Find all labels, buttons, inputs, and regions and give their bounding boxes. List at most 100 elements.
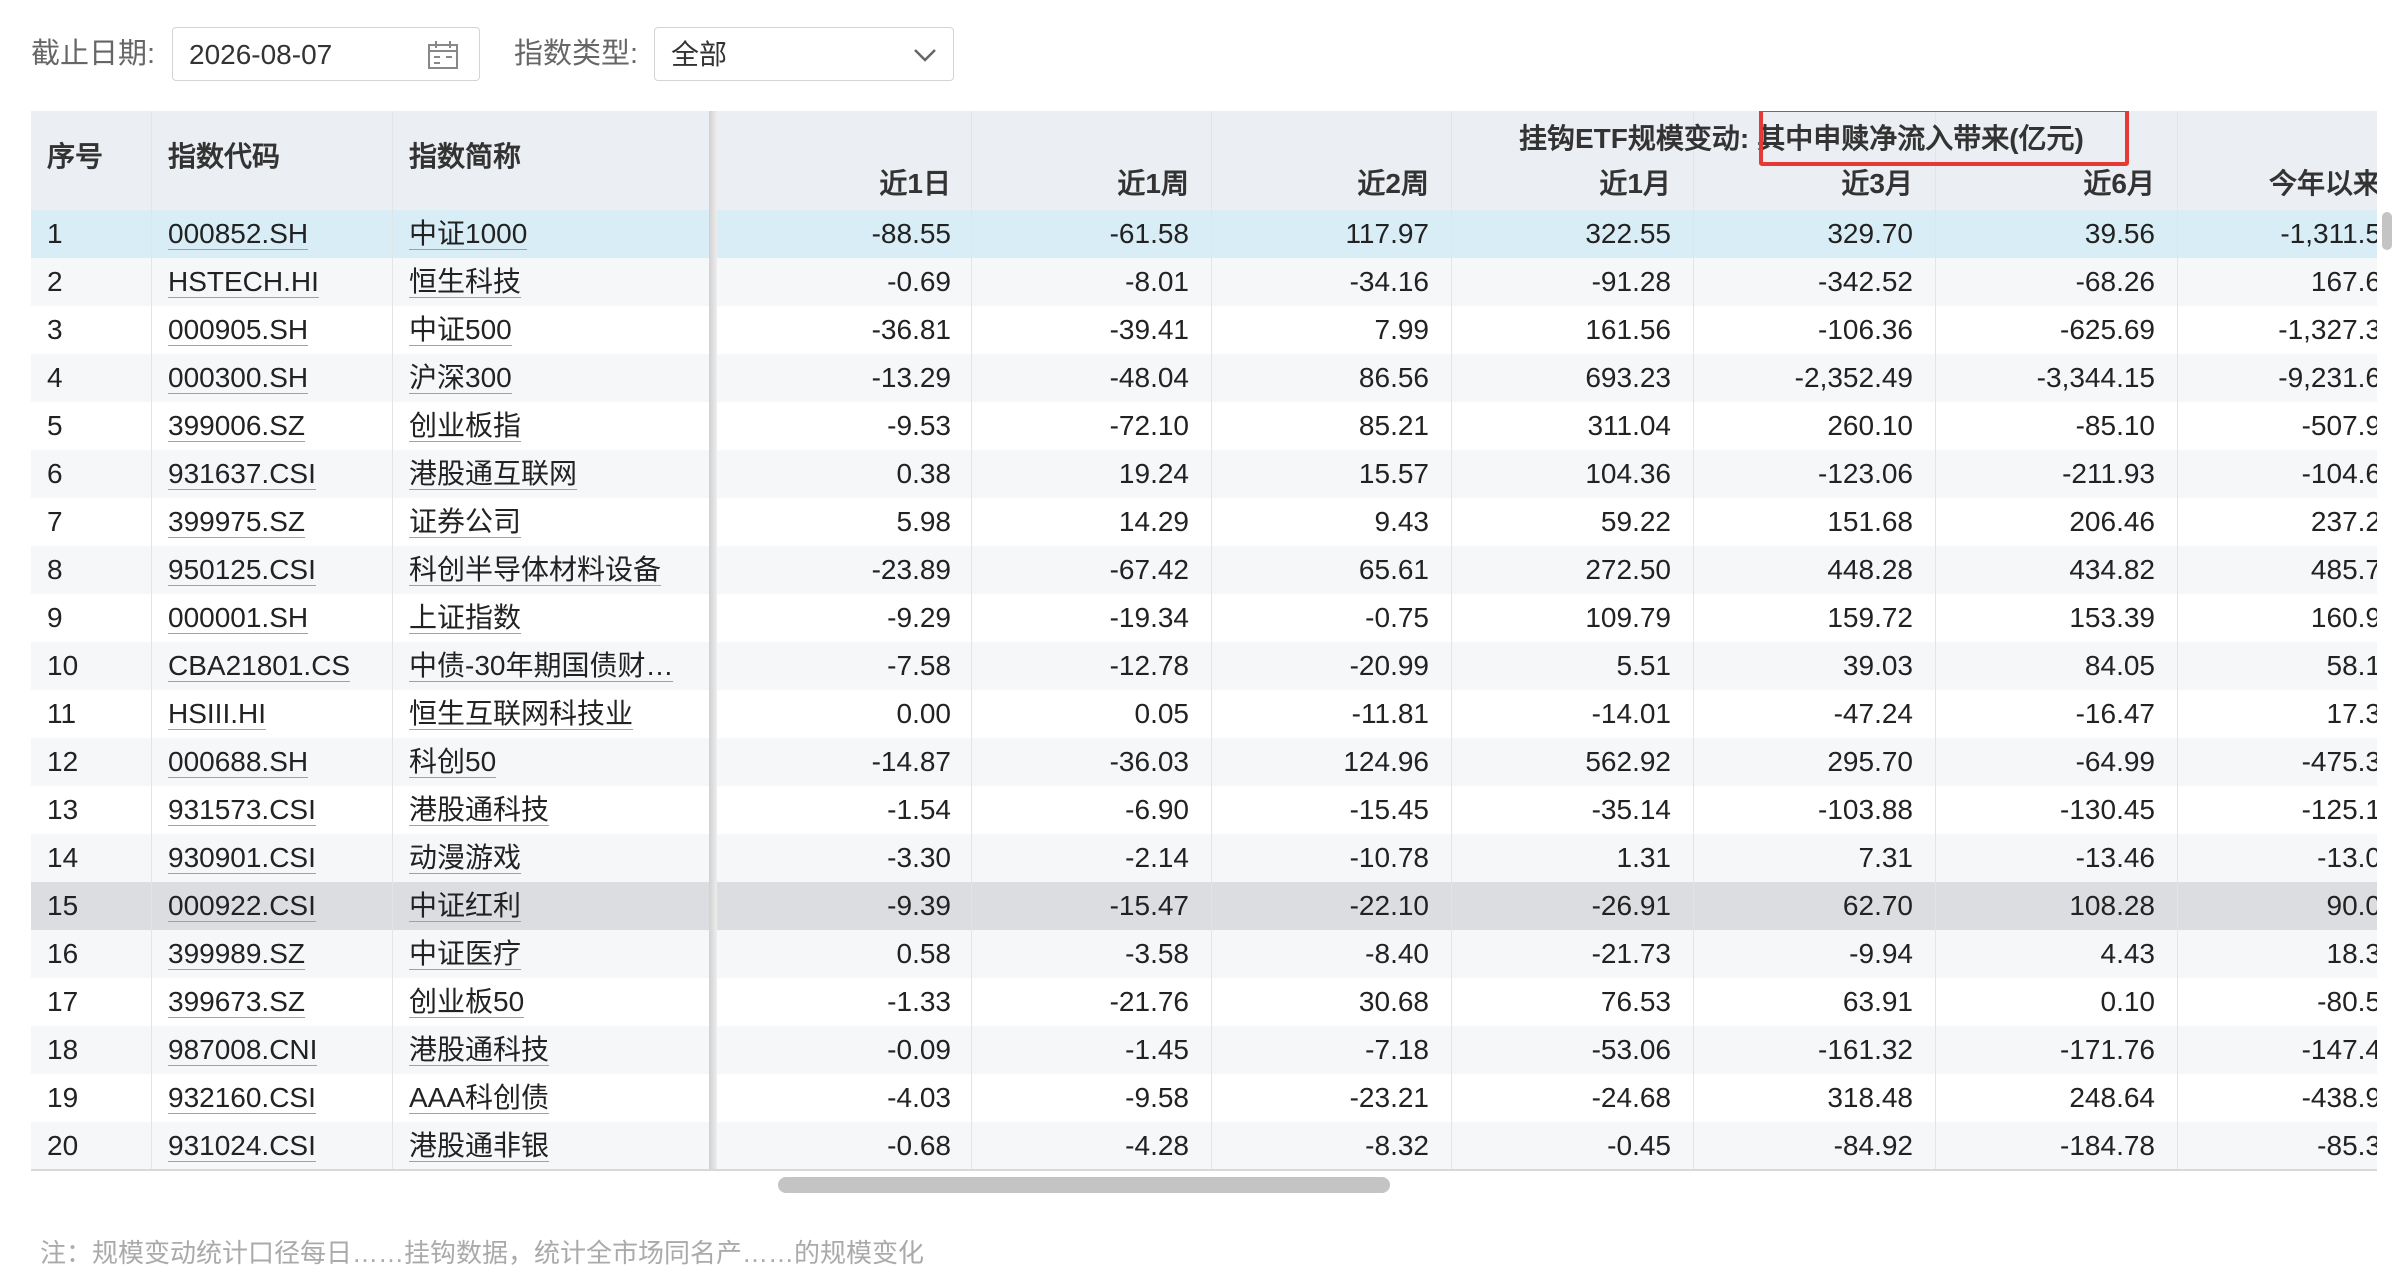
flow-value-3m: -161.32: [1818, 1034, 1913, 1065]
index-code-link[interactable]: 000001.SH: [168, 594, 309, 642]
footnote: 注：规模变动统计口径每日……挂钩数据，统计全市场同名产……的规模变化: [40, 1238, 925, 1268]
index-name-link[interactable]: 恒生科技: [409, 258, 522, 306]
flow-value-1w: -1.45: [1125, 1034, 1189, 1065]
index-name-link[interactable]: 中证500: [409, 306, 512, 354]
chevron-down-icon[interactable]: [913, 46, 937, 64]
column-divider: [1935, 111, 1936, 1171]
table-row[interactable]: 1 000852.SH 中证1000 -88.55 -61.58 117.97 322.55…: [31, 210, 2377, 258]
table-row[interactable]: 18 987008.CNI 港股通科技 -0.09 -1.45 -7.18 -53.06 -1…: [31, 1026, 2377, 1074]
header-index-code[interactable]: 指数代码: [168, 139, 280, 175]
index-code-link[interactable]: 399673.SZ: [168, 978, 305, 1026]
index-name-link[interactable]: 中证医疗: [409, 930, 522, 978]
index-code-link[interactable]: HSTECH.HI: [168, 258, 319, 306]
table-row[interactable]: 5 399006.SZ 创业板指 -9.53 -72.10 85.21 311.04 260.…: [31, 402, 2377, 450]
index-name-link[interactable]: 科创半导体材料设备: [409, 546, 662, 594]
table-row[interactable]: 9 000001.SH 上证指数 -9.29 -19.34 -0.75 109.79 159.…: [31, 594, 2377, 642]
date-value[interactable]: 2026-08-07: [189, 38, 332, 72]
index-name-link[interactable]: 港股通互联网: [409, 450, 578, 498]
index-name-link[interactable]: 港股通非银: [409, 1122, 550, 1170]
flow-value-ytd: 18.3: [2326, 938, 2378, 969]
header-period-ytd[interactable]: 今年以来: [2161, 166, 2377, 202]
flow-value-3m: -103.88: [1818, 794, 1913, 825]
index-code-link[interactable]: HSIII.HI: [168, 690, 267, 738]
table-row[interactable]: 6 931637.CSI 港股通互联网 0.38 19.24 15.57 104.36 -12…: [31, 450, 2377, 498]
index-name-link[interactable]: 中证1000: [409, 210, 528, 258]
table-row[interactable]: 12 000688.SH 科创50 -14.87 -36.03 124.96 562.92 2…: [31, 738, 2377, 786]
index-name-link[interactable]: 中债-30年期国债财…: [409, 642, 674, 690]
flow-value-6m: -64.99: [2075, 746, 2155, 777]
header-period-1w[interactable]: 近1周: [969, 166, 1189, 202]
date-picker[interactable]: 2026-08-07: [172, 27, 480, 81]
index-code-link[interactable]: 399006.SZ: [168, 402, 305, 450]
index-code-link[interactable]: 000905.SH: [168, 306, 309, 354]
header-period-1d[interactable]: 近1日: [731, 166, 951, 202]
index-code-link[interactable]: 399975.SZ: [168, 498, 305, 546]
index-name-link[interactable]: 中证红利: [409, 882, 522, 930]
index-name-link[interactable]: 恒生互联网科技业: [409, 690, 634, 738]
flow-value-2w: -23.21: [1349, 1082, 1429, 1113]
header-period-1m[interactable]: 近1月: [1451, 166, 1671, 202]
index-code-link[interactable]: 987008.CNI: [168, 1026, 318, 1074]
flow-value-1d: -3.30: [887, 842, 951, 873]
index-name-link[interactable]: 证券公司: [409, 498, 522, 546]
index-code-link[interactable]: 931573.CSI: [168, 786, 316, 834]
header-index-no[interactable]: 序号: [47, 139, 103, 175]
index-code-link[interactable]: 000852.SH: [168, 210, 309, 258]
table-row[interactable]: 19 932160.CSI AAA科创债 -4.03 -9.58 -23.21 -24.68…: [31, 1074, 2377, 1122]
index-name-link[interactable]: AAA科创债: [409, 1074, 550, 1122]
index-code-link[interactable]: 932160.CSI: [168, 1074, 316, 1122]
flow-value-1w: -4.28: [1125, 1130, 1189, 1161]
index-name-link[interactable]: 科创50: [409, 738, 497, 786]
table-row[interactable]: 13 931573.CSI 港股通科技 -1.54 -6.90 -15.45 -35.14 -…: [31, 786, 2377, 834]
table-row[interactable]: 17 399673.SZ 创业板50 -1.33 -21.76 30.68 76.53 63.…: [31, 978, 2377, 1026]
index-code-link[interactable]: 931637.CSI: [168, 450, 316, 498]
horizontal-scrollbar[interactable]: [778, 1177, 1390, 1193]
index-code-link[interactable]: 000300.SH: [168, 354, 309, 402]
table-row[interactable]: 10 CBA21801.CS 中债-30年期国债财… -7.58 -12.78 -20.9…: [31, 642, 2377, 690]
index-name-link[interactable]: 创业板指: [409, 402, 522, 450]
table-row[interactable]: 3 000905.SH 中证500 -36.81 -39.41 7.99 161.56 -10…: [31, 306, 2377, 354]
flow-value-3m: 329.70: [1827, 218, 1913, 249]
table-row[interactable]: 8 950125.CSI 科创半导体材料设备 -23.89 -67.42 65.61 272…: [31, 546, 2377, 594]
flow-value-2w: -0.75: [1365, 602, 1429, 633]
index-name-link[interactable]: 创业板50: [409, 978, 525, 1026]
header-period-6m[interactable]: 近6月: [1935, 166, 2155, 202]
flow-value-1w: -36.03: [1109, 746, 1189, 777]
index-name-link[interactable]: 沪深300: [409, 354, 512, 402]
table-row[interactable]: 15 000922.CSI 中证红利 -9.39 -15.47 -22.10 -26.91 6…: [31, 882, 2377, 930]
table-row[interactable]: 20 931024.CSI 港股通非银 -0.68 -4.28 -8.32 -0.45 -84…: [31, 1122, 2377, 1170]
flow-value-1d: -0.69: [887, 266, 951, 297]
table-row[interactable]: 16 399989.SZ 中证医疗 0.58 -3.58 -8.40 -21.73 -9.94…: [31, 930, 2377, 978]
flow-value-6m: 39.56: [2084, 218, 2155, 249]
index-code-link[interactable]: CBA21801.CS: [168, 642, 351, 690]
flow-value-ytd: 237.2: [2310, 506, 2377, 537]
table-row[interactable]: 7 399975.SZ 证券公司 5.98 14.29 9.43 59.22 151.68 20…: [31, 498, 2377, 546]
table-row[interactable]: 11 HSIII.HI 恒生互联网科技业 0.00 0.05 -11.81 -14.01 -4…: [31, 690, 2377, 738]
index-type-select[interactable]: 全部: [654, 27, 954, 81]
row-number: 20: [47, 1130, 79, 1161]
index-code-link[interactable]: 930901.CSI: [168, 834, 316, 882]
flow-value-ytd: -507.9: [2301, 410, 2377, 441]
index-code-link[interactable]: 000688.SH: [168, 738, 309, 786]
index-code-link[interactable]: 399989.SZ: [168, 930, 305, 978]
flow-value-3m: 260.10: [1827, 410, 1913, 441]
flow-value-ytd: 167.6: [2310, 266, 2377, 297]
index-code-link[interactable]: 950125.CSI: [168, 546, 316, 594]
index-name-link[interactable]: 港股通科技: [409, 786, 550, 834]
index-type-value[interactable]: 全部: [671, 38, 727, 72]
table-row[interactable]: 14 930901.CSI 动漫游戏 -3.30 -2.14 -10.78 1.31 7.31…: [31, 834, 2377, 882]
flow-value-2w: -8.40: [1365, 938, 1429, 969]
index-name-link[interactable]: 上证指数: [409, 594, 522, 642]
index-name-link[interactable]: 动漫游戏: [409, 834, 522, 882]
header-period-3m[interactable]: 近3月: [1693, 166, 1913, 202]
table-row[interactable]: 2 HSTECH.HI 恒生科技 -0.69 -8.01 -34.16 -91.28 -342…: [31, 258, 2377, 306]
table-row[interactable]: 4 000300.SH 沪深300 -13.29 -48.04 86.56 693.23 -2…: [31, 354, 2377, 402]
header-period-2w[interactable]: 近2周: [1209, 166, 1429, 202]
header-index-name[interactable]: 指数简称: [409, 139, 521, 175]
calendar-icon[interactable]: [427, 40, 459, 70]
flow-value-2w: 86.56: [1358, 362, 1429, 393]
index-code-link[interactable]: 000922.CSI: [168, 882, 316, 930]
vertical-scrollbar[interactable]: [2382, 212, 2392, 250]
index-code-link[interactable]: 931024.CSI: [168, 1122, 316, 1170]
index-name-link[interactable]: 港股通科技: [409, 1026, 550, 1074]
